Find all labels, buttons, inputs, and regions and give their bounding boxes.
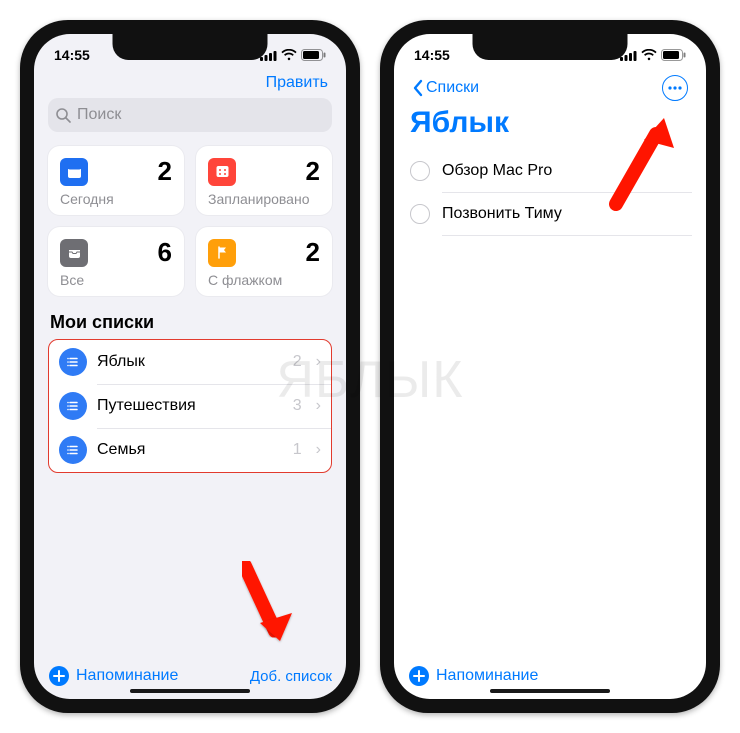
calendar-planned-icon <box>208 158 236 186</box>
divider <box>442 235 692 236</box>
bottom-toolbar: Напоминание <box>408 665 692 687</box>
search-icon <box>56 108 71 123</box>
new-reminder-label: Напоминание <box>76 667 178 685</box>
reminder-text: Позвонить Тиму <box>442 205 562 223</box>
new-reminder-button[interactable]: Напоминание <box>408 665 538 687</box>
wifi-icon <box>281 49 297 61</box>
tile-today[interactable]: 2 Сегодня <box>48 146 184 215</box>
nav-bar: Списки <box>408 68 692 102</box>
list-item-count: 1 <box>293 441 302 459</box>
my-lists-heading: Мои списки <box>50 312 332 333</box>
nav-bar: Править <box>48 68 332 92</box>
reminder-checkbox[interactable] <box>410 204 430 224</box>
search-placeholder: Поиск <box>77 106 121 124</box>
tile-today-label: Сегодня <box>60 191 172 207</box>
status-time: 14:55 <box>414 47 450 63</box>
list-item[interactable]: Путешествия 3 › <box>49 384 331 428</box>
tile-flagged[interactable]: 2 С флажком <box>196 227 332 296</box>
chevron-right-icon: › <box>316 353 321 371</box>
tile-planned-count: 2 <box>306 156 320 187</box>
calendar-icon <box>60 158 88 186</box>
home-indicator <box>130 689 250 693</box>
list-icon <box>59 392 87 420</box>
phone-left: 14:55 Править Поиск <box>20 20 360 713</box>
chevron-right-icon: › <box>316 397 321 415</box>
phone-right: 14:55 Списки Яблык <box>380 20 720 713</box>
back-button[interactable]: Списки <box>412 79 479 97</box>
tile-planned[interactable]: 2 Запланировано <box>196 146 332 215</box>
home-indicator <box>490 689 610 693</box>
chevron-left-icon <box>412 79 424 97</box>
flag-icon <box>208 239 236 267</box>
battery-icon <box>301 49 326 61</box>
annotation-arrow <box>230 561 300 671</box>
tray-icon <box>60 239 88 267</box>
list-item-name: Семья <box>97 441 283 459</box>
back-label: Списки <box>426 79 479 97</box>
edit-button[interactable]: Править <box>266 74 328 92</box>
notch <box>113 34 268 60</box>
tile-planned-label: Запланировано <box>208 191 320 207</box>
list-item-count: 3 <box>293 397 302 415</box>
tile-flagged-count: 2 <box>306 237 320 268</box>
more-button[interactable] <box>662 75 688 101</box>
wifi-icon <box>641 49 657 61</box>
list-item[interactable]: Семья 1 › <box>49 428 331 472</box>
status-time: 14:55 <box>54 47 90 63</box>
new-reminder-label: Напоминание <box>436 667 538 685</box>
tile-all-label: Все <box>60 272 172 288</box>
notch <box>473 34 628 60</box>
tile-flagged-label: С флажком <box>208 272 320 288</box>
list-icon <box>59 436 87 464</box>
ellipsis-icon <box>668 86 682 90</box>
tile-all[interactable]: 6 Все <box>48 227 184 296</box>
battery-icon <box>661 49 686 61</box>
tile-today-count: 2 <box>158 156 172 187</box>
chevron-right-icon: › <box>316 441 321 459</box>
reminder-checkbox[interactable] <box>410 161 430 181</box>
list-item-name: Путешествия <box>97 397 283 415</box>
summary-tiles: 2 Сегодня 2 Запланировано <box>48 146 332 296</box>
search-field[interactable]: Поиск <box>48 98 332 132</box>
list-icon <box>59 348 87 376</box>
annotation-arrow <box>596 104 686 214</box>
list-item[interactable]: Яблык 2 › <box>49 340 331 384</box>
new-reminder-button[interactable]: Напоминание <box>48 665 178 687</box>
my-lists: Яблык 2 › Путешествия 3 › <box>48 339 332 473</box>
tile-all-count: 6 <box>158 237 172 268</box>
status-indicators <box>260 49 326 61</box>
list-item-count: 2 <box>293 353 302 371</box>
status-indicators <box>620 49 686 61</box>
plus-circle-icon <box>48 665 70 687</box>
reminder-text: Обзор Mac Pro <box>442 162 552 180</box>
plus-circle-icon <box>408 665 430 687</box>
list-item-name: Яблык <box>97 353 283 371</box>
